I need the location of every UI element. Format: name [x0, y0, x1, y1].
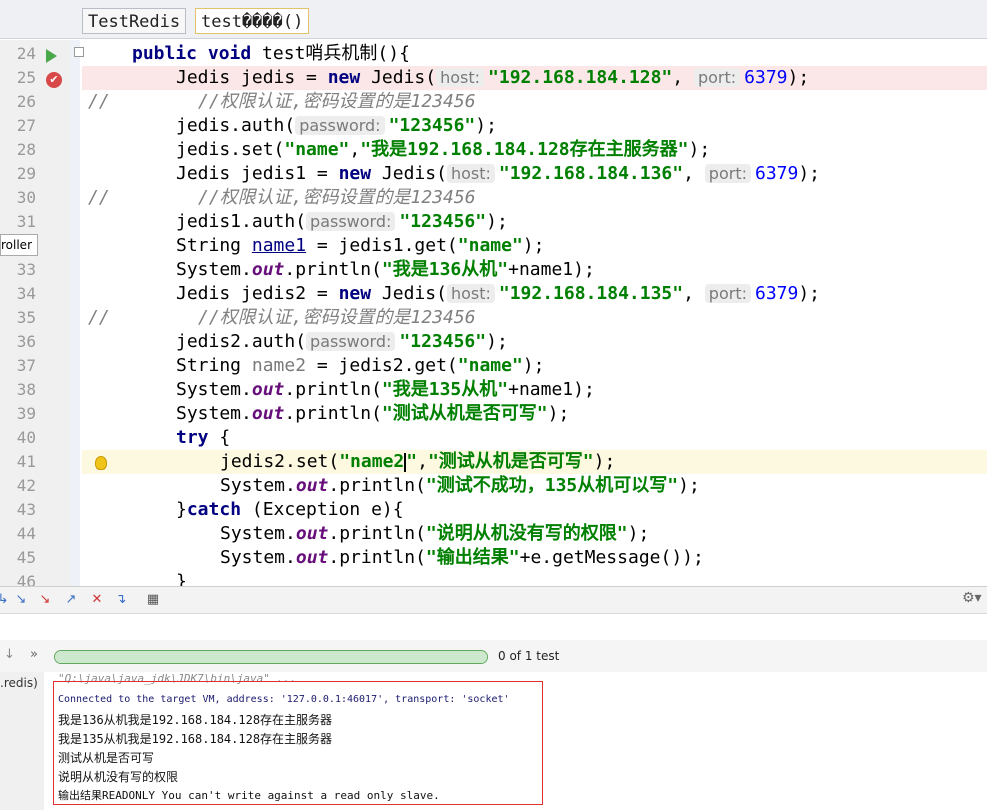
code-line-44: System.out.println("说明从机没有写的权限"); — [220, 523, 650, 544]
code-line-42: System.out.println("测试不成功，135从机可以写"); — [220, 475, 700, 496]
param-hint: port: — [693, 68, 741, 87]
code-line-33: System.out.println("我是136从机"+name1); — [176, 259, 595, 280]
code-line-29: Jedis jedis1 = new Jedis(host: "192.168.1… — [176, 163, 821, 184]
line-number: 29 — [16, 164, 36, 183]
console-line: 说明从机没有写的权限 — [58, 770, 179, 784]
code-line-46: } — [176, 571, 187, 586]
line-number: 33 — [16, 260, 36, 279]
param-hint: port: — [704, 284, 751, 303]
run-config-label[interactable]: .redis) — [0, 676, 38, 690]
code-line-35: // — [88, 307, 110, 328]
code-line-31: jedis1.auth(password: "123456"); — [176, 211, 508, 232]
tool-window-toolbar: ↳ ↘ ↘ ↗ ✕ ↴ ▦ — [0, 586, 987, 614]
breakpoint-icon[interactable]: ✔ — [46, 72, 62, 88]
line-number: 28 — [16, 140, 36, 159]
editor-tab-bar: TestRedis test����() — [0, 0, 987, 39]
code-line-41: jedis2.set("name2 ","测试从机是否可写"); — [220, 451, 616, 472]
line-number: 44 — [16, 524, 36, 543]
line-number: 31 — [16, 212, 36, 231]
code-comment-30: //权限认证,密码设置的是123456 — [198, 187, 476, 208]
code-line-24: public void test哨兵机制(){ — [132, 43, 410, 64]
line-number: 36 — [16, 332, 36, 351]
line-number: 40 — [16, 428, 36, 447]
code-line-37: String name2 = jedis2.get("name"); — [176, 355, 545, 376]
line-number: 43 — [16, 500, 36, 519]
code-line-45: System.out.println("输出结果"+e.getMessage()… — [220, 547, 704, 568]
run-test-icon[interactable] — [46, 49, 57, 63]
line-number: 37 — [16, 356, 36, 375]
line-number: 25 — [16, 68, 36, 87]
line-number — [0, 234, 36, 258]
code-line-28: jedis.set("name","我是192.168.184.128存在主服务… — [176, 139, 711, 160]
run-to-cursor-icon[interactable]: ↴ — [114, 593, 128, 607]
line-number: 27 — [16, 116, 36, 135]
line-number: 38 — [16, 380, 36, 399]
line-number: 34 — [16, 284, 36, 303]
line-number: 35 — [16, 308, 36, 327]
code-line-39: System.out.println("测试从机是否可写"); — [176, 403, 570, 424]
drop-frame-icon[interactable]: ✕ — [90, 593, 104, 607]
console-line: 我是135从机我是192.168.184.128存在主服务器 — [58, 732, 333, 746]
code-comment-35: //权限认证,密码设置的是123456 — [198, 307, 476, 328]
lightbulb-icon[interactable] — [95, 456, 107, 470]
code-line-43: }catch (Exception e){ — [176, 499, 404, 520]
gutter-scroll-strip — [70, 40, 80, 586]
param-hint: password: — [306, 332, 396, 351]
line-number: 26 — [16, 92, 36, 111]
run-config-panel — [0, 672, 45, 810]
fold-marker-icon[interactable] — [74, 47, 84, 57]
param-hint: port: — [704, 164, 751, 183]
line-number: 41 — [16, 452, 36, 471]
param-hint: password: — [295, 116, 385, 135]
console-line: Connected to the target VM, address: '12… — [58, 694, 510, 705]
param-hint: host: — [446, 164, 495, 183]
force-step-into-icon[interactable]: ↘ — [38, 593, 52, 607]
param-hint: password: — [306, 212, 396, 231]
code-line-26: // — [88, 91, 110, 112]
code-line-25: Jedis jedis = new Jedis(host: "192.168.18… — [176, 67, 810, 88]
evaluate-expression-icon[interactable]: ▦ — [146, 593, 160, 607]
line-number: 24 — [16, 44, 36, 63]
line-number: 39 — [16, 404, 36, 423]
param-hint: host: — [436, 68, 485, 87]
code-line-30: // — [88, 187, 110, 208]
test-progress-bar — [54, 650, 488, 664]
test-progress-fill — [55, 651, 487, 663]
step-into-icon[interactable]: ↘ — [14, 593, 28, 607]
step-over-icon[interactable]: ↳ — [0, 593, 10, 607]
step-out-icon[interactable]: ↗ — [64, 593, 78, 607]
arrow-down-icon[interactable]: ↓ — [4, 647, 15, 662]
line-number: 42 — [16, 476, 36, 495]
param-hint: host: — [446, 284, 495, 303]
test-count-label: 0 of 1 test — [498, 649, 560, 663]
console-line: 输出结果READONLY You can't write against a r… — [58, 789, 440, 802]
more-arrows-icon[interactable]: » — [30, 647, 38, 662]
code-line-34: Jedis jedis2 = new Jedis(host: "192.168.1… — [176, 283, 821, 304]
code-comment-26: //权限认证,密码设置的是123456 — [198, 91, 476, 112]
code-line-38: System.out.println("我是135从机"+name1); — [176, 379, 595, 400]
tab-test-method[interactable]: test����() — [195, 8, 310, 34]
gear-icon[interactable]: ⚙▾ — [962, 590, 982, 606]
tab-testredis[interactable]: TestRedis — [82, 8, 187, 34]
line-number: 30 — [16, 188, 36, 207]
console-line: 测试从机是否可写 — [58, 751, 155, 765]
line-number: 45 — [16, 548, 36, 567]
code-line-27: jedis.auth(password: "123456"); — [176, 115, 497, 136]
console-line: 我是136从机我是192.168.184.128存在主服务器 — [58, 713, 333, 727]
code-line-36: jedis2.auth(password: "123456"); — [176, 331, 508, 352]
code-line-32: String name1 = jedis1.get("name"); — [176, 235, 545, 256]
code-line-40: try { — [176, 427, 231, 448]
